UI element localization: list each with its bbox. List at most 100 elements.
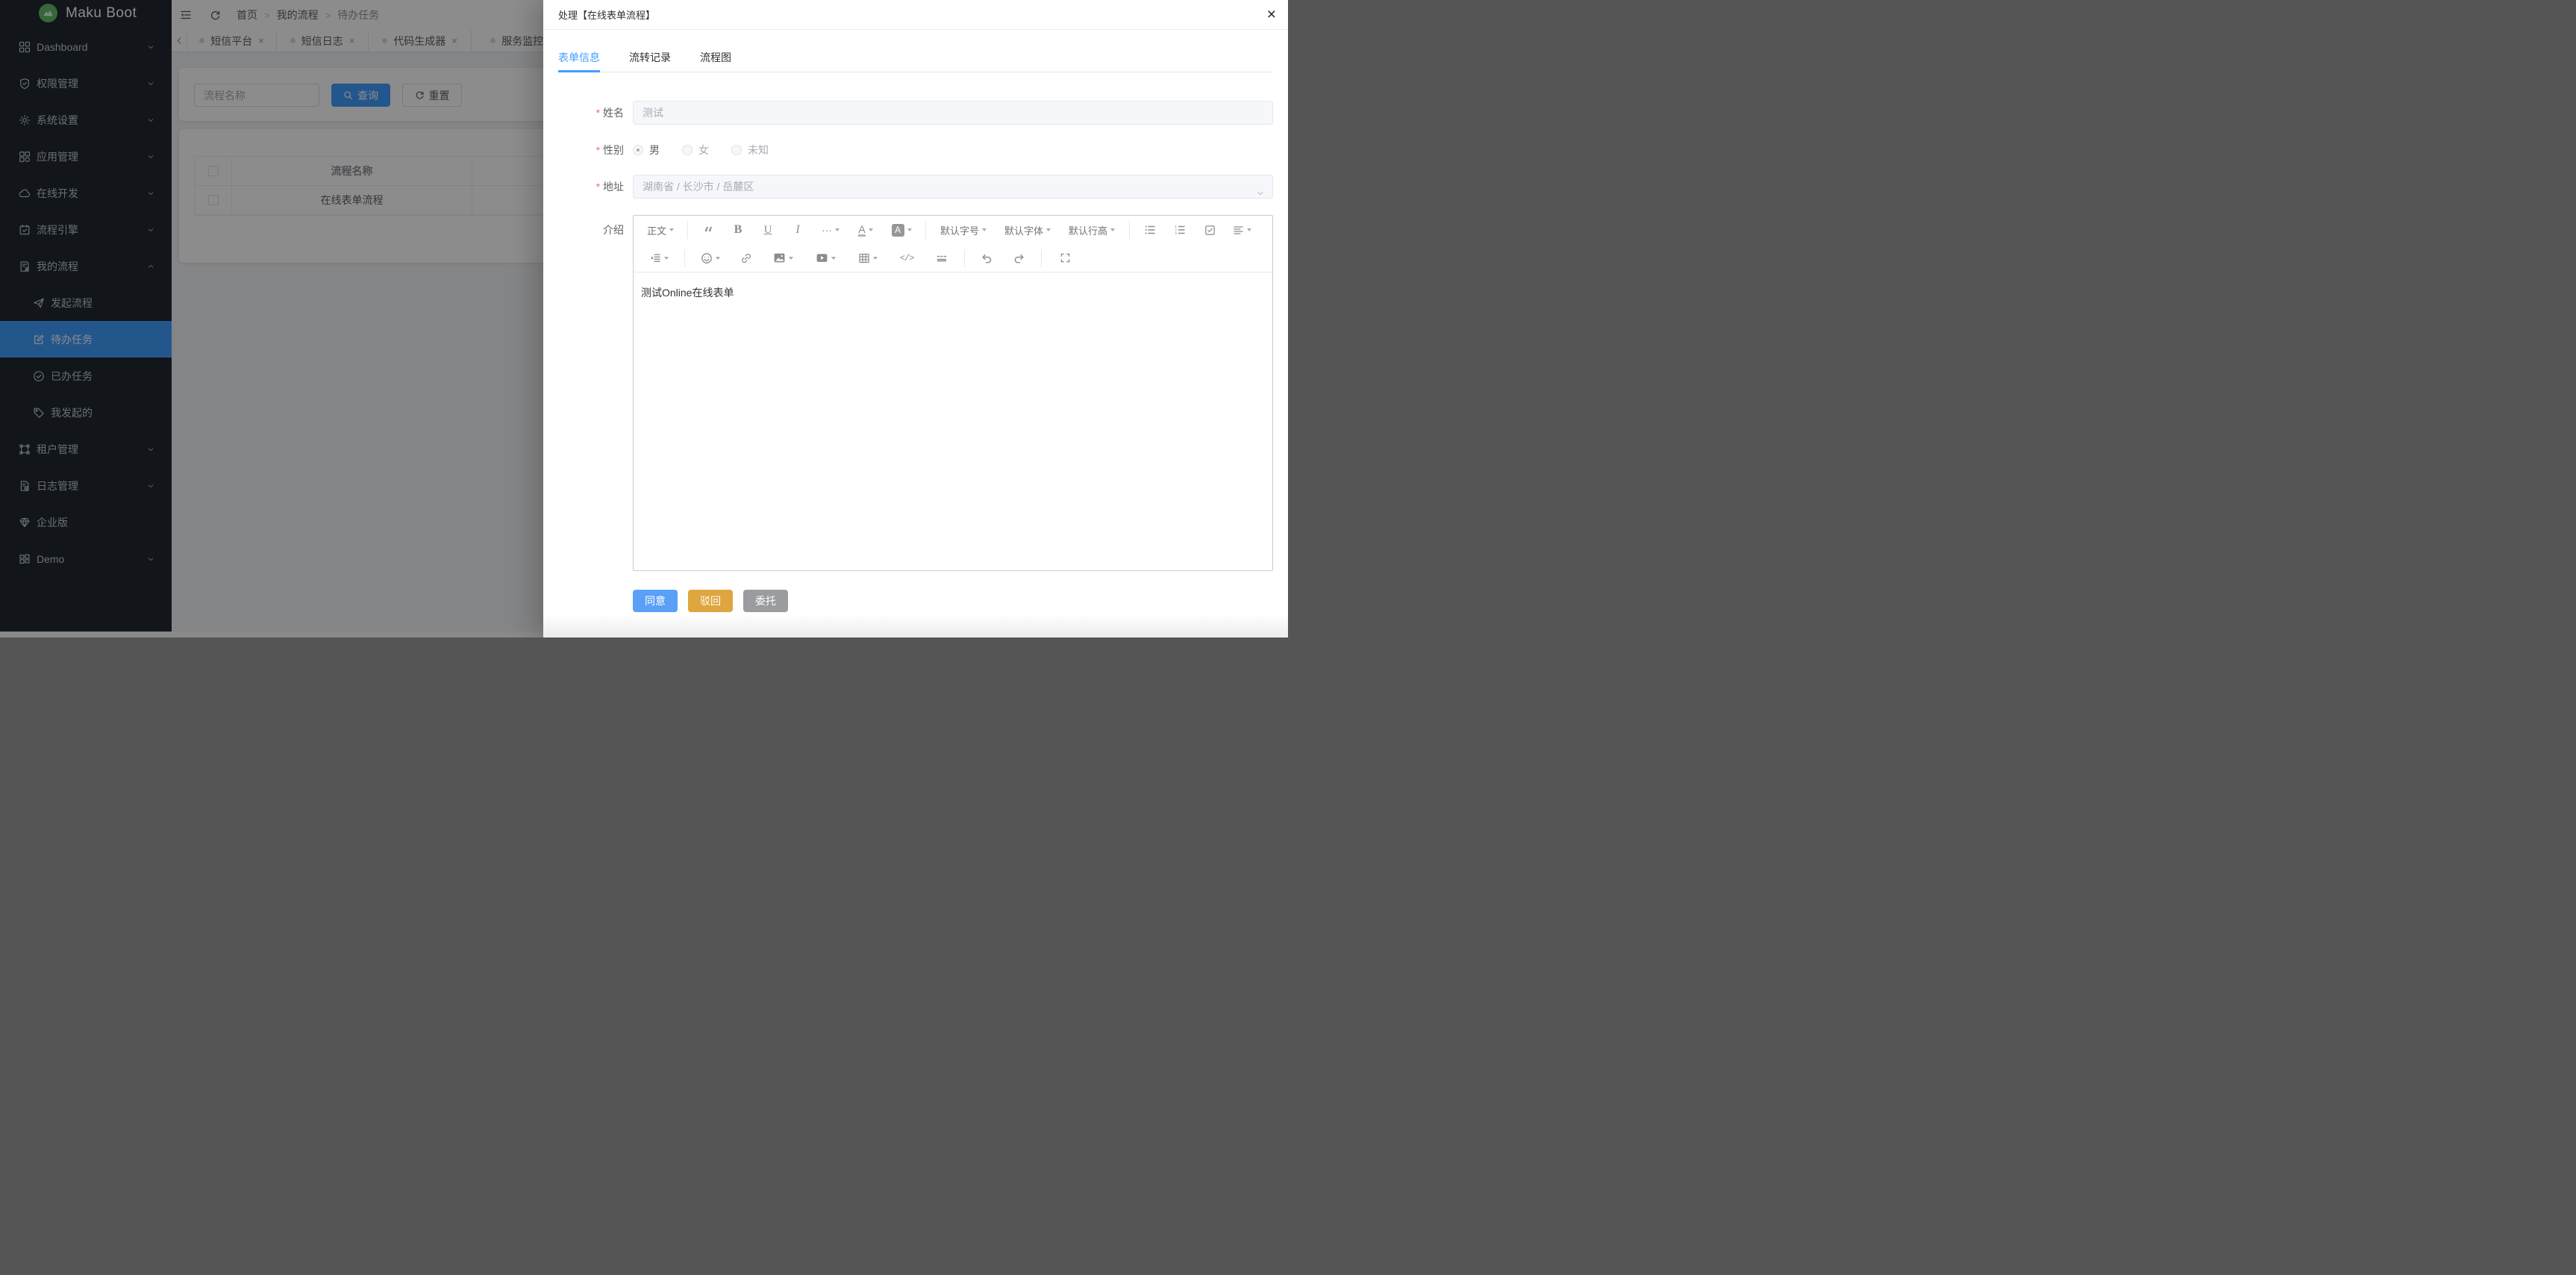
app-root: Maku Boot Dashboard 权限管理 系统设置 应用管理 xyxy=(0,0,1288,638)
more-styles-dropdown[interactable]: ··· xyxy=(813,219,848,241)
toolbar-separator xyxy=(1129,221,1130,239)
more-icon: ··· xyxy=(822,224,832,236)
bg-color-icon: A xyxy=(892,224,904,237)
caret-icon xyxy=(873,257,878,260)
caret-icon xyxy=(835,228,840,231)
bg-color-dropdown[interactable]: A xyxy=(884,219,919,241)
font-color-dropdown[interactable]: A xyxy=(849,219,882,241)
delegate-button[interactable]: 委托 xyxy=(743,590,788,612)
quote-icon: “ xyxy=(703,221,713,239)
bold-button[interactable]: B xyxy=(724,219,752,241)
radio-female[interactable]: 女 xyxy=(682,143,709,158)
editor-toolbar-row-1: 正文 “ B U I ··· A A 默认字号 默认字体 默认行高 123 xyxy=(634,216,1272,244)
fullscreen-button[interactable] xyxy=(1048,247,1082,269)
radio-label: 未知 xyxy=(748,143,769,158)
drawer-tabs: 表单信息 流转记录 流程图 xyxy=(558,43,1273,72)
font-color-icon: A xyxy=(858,224,865,237)
caret-icon xyxy=(669,228,674,231)
video-icon xyxy=(816,252,828,264)
close-icon[interactable]: × xyxy=(1267,7,1276,22)
redo-icon xyxy=(1013,252,1025,264)
address-value: 湖南省 / 长沙市 / 岳麓区 xyxy=(643,181,754,193)
link-button[interactable] xyxy=(731,247,761,269)
undo-icon xyxy=(981,252,992,264)
divider-icon xyxy=(936,252,948,264)
radio-circle-icon xyxy=(633,145,643,155)
todo-icon xyxy=(1204,225,1216,236)
underline-button[interactable]: U xyxy=(754,219,782,241)
caret-icon xyxy=(869,228,873,231)
address-label: 地址 xyxy=(543,175,624,199)
caret-icon xyxy=(1247,228,1251,231)
emoji-icon xyxy=(701,252,713,264)
table-dropdown[interactable] xyxy=(848,247,888,269)
paragraph-style-dropdown[interactable]: 正文 xyxy=(640,219,681,241)
toolbar-separator xyxy=(1041,249,1042,267)
process-drawer: 处理【在线表单流程】 × 表单信息 流转记录 流程图 姓名 测试 性别 男 女 … xyxy=(543,0,1288,638)
radio-label: 男 xyxy=(649,143,660,158)
radio-label: 女 xyxy=(698,143,709,158)
underline-icon: U xyxy=(764,224,772,237)
numbered-list-icon: 123 xyxy=(1174,224,1186,236)
blockquote-button[interactable]: “ xyxy=(694,219,722,241)
image-icon xyxy=(773,252,786,264)
redo-button[interactable] xyxy=(1004,247,1035,269)
gender-label: 性别 xyxy=(543,138,624,162)
toolbar-separator xyxy=(925,221,926,239)
radio-unknown[interactable]: 未知 xyxy=(731,143,769,158)
radio-circle-icon xyxy=(731,145,742,155)
drawer-title: 处理【在线表单流程】 xyxy=(558,7,655,22)
align-dropdown[interactable] xyxy=(1225,219,1258,241)
tab-flow-diagram[interactable]: 流程图 xyxy=(700,43,731,72)
radio-male[interactable]: 男 xyxy=(633,143,660,158)
italic-button[interactable]: I xyxy=(784,219,812,241)
numbered-list-button[interactable]: 123 xyxy=(1166,219,1194,241)
approve-button[interactable]: 同意 xyxy=(633,590,678,612)
tab-form-info[interactable]: 表单信息 xyxy=(558,43,600,72)
drawer-bottom-fade xyxy=(543,614,1288,638)
caret-icon xyxy=(1046,228,1051,231)
radio-circle-icon xyxy=(682,145,693,155)
caret-icon xyxy=(664,257,669,260)
video-dropdown[interactable] xyxy=(804,247,846,269)
code-block-button[interactable]: </> xyxy=(890,247,924,269)
editor-content[interactable]: 测试Online在线表单 xyxy=(634,272,1272,571)
table-icon xyxy=(858,252,870,264)
toolbar-separator xyxy=(687,221,688,239)
toolbar-separator xyxy=(684,249,685,267)
name-label: 姓名 xyxy=(543,101,624,125)
emoji-dropdown[interactable] xyxy=(691,247,730,269)
tab-flow-records[interactable]: 流转记录 xyxy=(629,43,671,72)
svg-text:3: 3 xyxy=(1175,231,1177,235)
font-size-dropdown[interactable]: 默认字号 xyxy=(932,219,995,241)
reject-button[interactable]: 驳回 xyxy=(688,590,733,612)
caret-icon xyxy=(716,257,720,260)
undo-button[interactable] xyxy=(971,247,1002,269)
todo-list-button[interactable] xyxy=(1195,219,1224,241)
bullet-list-button[interactable] xyxy=(1136,219,1164,241)
address-select[interactable]: 湖南省 / 长沙市 / 岳麓区 xyxy=(633,175,1273,199)
caret-icon xyxy=(982,228,987,231)
caret-icon xyxy=(1110,228,1115,231)
chevron-down-icon xyxy=(1256,183,1265,205)
toolbar-separator xyxy=(964,249,965,267)
rich-text-editor: 正文 “ B U I ··· A A 默认字号 默认字体 默认行高 123 xyxy=(633,215,1273,571)
align-icon xyxy=(1233,225,1244,236)
gender-radio-group: 男 女 未知 xyxy=(633,138,769,162)
indent-icon xyxy=(650,252,661,264)
image-dropdown[interactable] xyxy=(763,247,803,269)
divider-button[interactable] xyxy=(925,247,958,269)
font-family-dropdown[interactable]: 默认字体 xyxy=(996,219,1059,241)
name-field[interactable]: 测试 xyxy=(633,101,1273,125)
caret-icon xyxy=(907,228,912,231)
intro-label: 介绍 xyxy=(543,218,624,242)
fullscreen-icon xyxy=(1060,252,1071,264)
caret-icon xyxy=(831,257,836,260)
drawer-header: 处理【在线表单流程】 × xyxy=(543,0,1288,30)
line-height-dropdown[interactable]: 默认行高 xyxy=(1060,219,1123,241)
caret-icon xyxy=(789,257,793,260)
link-icon xyxy=(740,252,752,264)
italic-icon: I xyxy=(795,223,799,237)
code-icon: </> xyxy=(900,253,914,264)
indent-dropdown[interactable] xyxy=(640,247,678,269)
